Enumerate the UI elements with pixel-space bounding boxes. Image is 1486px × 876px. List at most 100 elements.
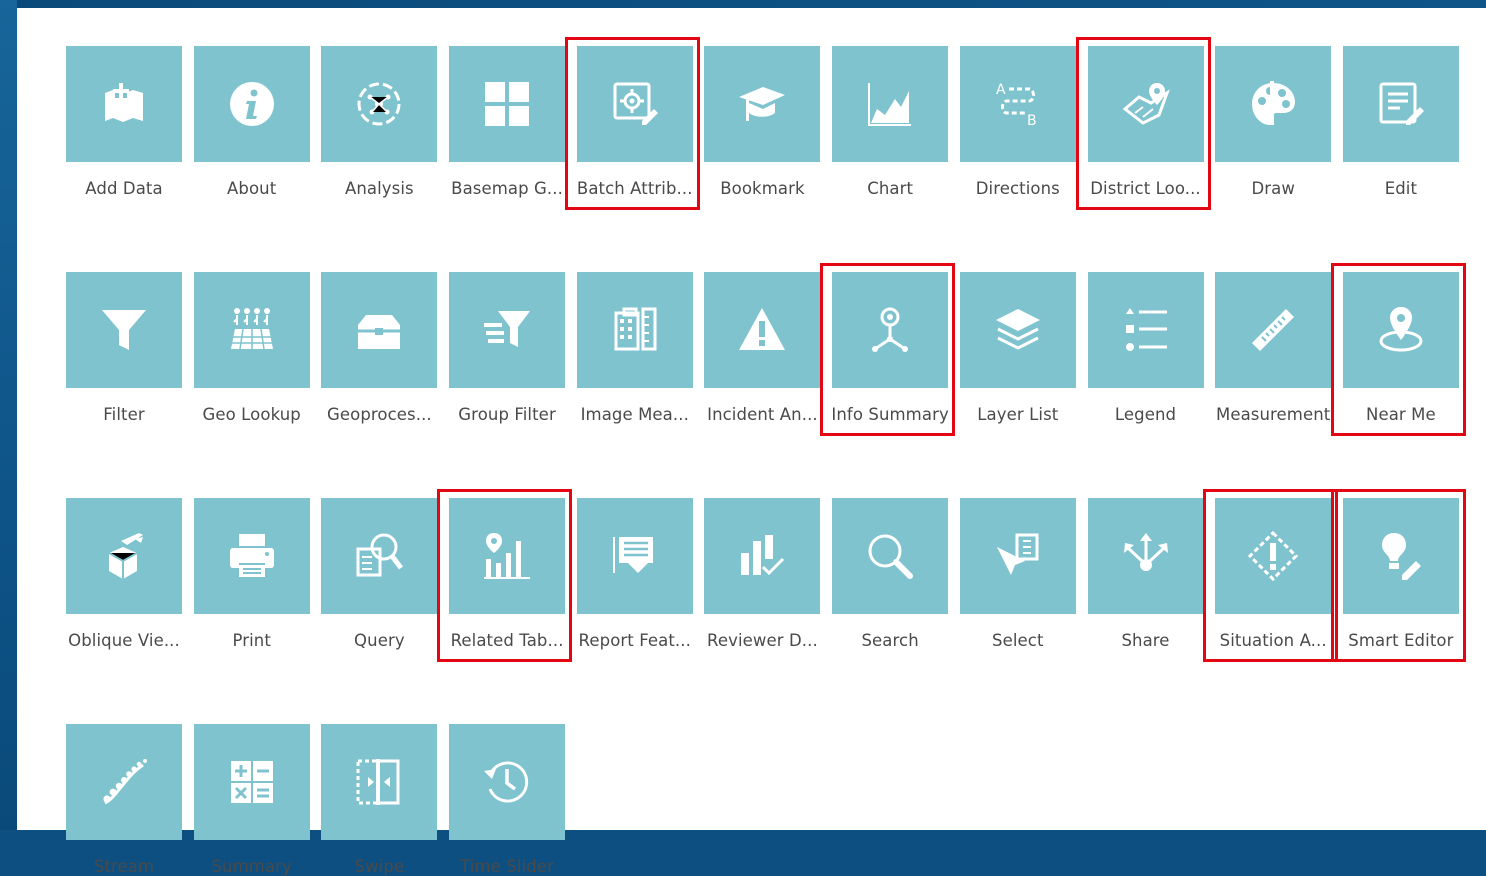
widget-tile[interactable] [449,272,566,388]
widget-label: Draw [1251,179,1295,198]
search-icon [865,531,915,581]
widget-tile[interactable] [449,46,566,162]
widget-tile[interactable] [193,272,310,388]
widget-share[interactable]: Share [1087,498,1204,650]
widget-time-slider[interactable]: Time Slider [449,724,566,876]
widget-geoproces[interactable]: Geoproces... [321,272,438,424]
widget-image-mea[interactable]: Image Mea... [576,272,693,424]
widget-tile[interactable] [1342,46,1459,162]
widget-label: Smart Editor [1348,631,1454,650]
widget-tile[interactable] [66,724,182,840]
widget-label: Share [1121,631,1170,650]
widget-add-data[interactable]: Add Data [66,46,182,198]
widget-tile[interactable] [321,272,438,388]
widget-related-tab[interactable]: Related Tab... [437,489,573,662]
widget-district-loo[interactable]: District Loo... [1075,37,1211,210]
widget-summary[interactable]: Summary [193,724,310,876]
widget-tile[interactable] [193,724,310,840]
widget-tile[interactable] [193,46,310,162]
widget-basemap-g[interactable]: Basemap G... [449,46,566,198]
widget-group-filter[interactable]: Group Filter [449,272,566,424]
widget-batch-attrib[interactable]: Batch Attrib... [564,37,700,210]
widget-tile[interactable] [193,498,310,614]
district-lookup-icon [1121,79,1171,129]
widget-panel: Add Data About Analysis Basemap G... Batch A… [17,8,1486,876]
widget-label: Reviewer D... [707,631,818,650]
near-me-icon [1376,305,1426,355]
widget-tile[interactable] [1215,46,1332,162]
widget-tile[interactable] [959,498,1076,614]
widget-label: Batch Attrib... [576,179,693,198]
widget-tile[interactable] [832,498,949,614]
widget-incident-an[interactable]: Incident An... [704,272,821,424]
widget-label: Geoproces... [326,405,432,424]
widget-oblique-vie[interactable]: Oblique Vie... [66,498,182,650]
widget-tile[interactable] [832,46,949,162]
widget-tile[interactable] [449,498,566,614]
widget-reviewer-d[interactable]: Reviewer D... [704,498,821,650]
widget-label: Select [992,631,1044,650]
widget-geo-lookup[interactable]: Geo Lookup [193,272,310,424]
widget-measurement[interactable]: Measurement [1215,272,1332,424]
widget-tile[interactable]: AB [959,46,1076,162]
widget-layer-list[interactable]: Layer List [959,272,1076,424]
clock-icon [482,757,532,807]
widget-info-summary[interactable]: Info Summary [820,263,956,436]
window-frame-top [0,0,1486,8]
widget-analysis[interactable]: Analysis [321,46,438,198]
widget-near-me[interactable]: Near Me [1330,263,1466,436]
bookmark-icon [737,79,787,129]
widget-tile[interactable] [321,724,438,840]
widget-tile[interactable] [576,46,693,162]
widget-tile[interactable] [704,46,821,162]
layer-list-icon [993,305,1043,355]
widget-tile[interactable] [832,272,949,388]
widget-select[interactable]: Select [959,498,1076,650]
widget-label: Edit [1384,179,1418,198]
widget-tile[interactable] [1215,272,1332,388]
widget-tile[interactable] [1215,498,1332,614]
widget-stream[interactable]: Stream [66,724,182,876]
widget-tile[interactable] [449,724,566,840]
widget-label: Image Mea... [580,405,689,424]
widget-draw[interactable]: Draw [1215,46,1332,198]
printer-icon [227,531,277,581]
widget-tile[interactable] [321,46,438,162]
image-measurement-icon [610,305,660,355]
widget-tile[interactable] [704,272,821,388]
widget-tile[interactable] [576,498,693,614]
widget-label: Info Summary [831,405,949,424]
widget-tile[interactable] [1087,272,1204,388]
widget-report-feat[interactable]: Report Feat... [576,498,693,650]
widget-label: Situation A... [1219,631,1327,650]
widget-tile[interactable] [321,498,438,614]
widget-situation-a[interactable]: Situation A... [1203,489,1339,662]
widget-print[interactable]: Print [193,498,310,650]
widget-tile[interactable] [66,46,182,162]
widget-label: Report Feat... [578,631,691,650]
widget-tile[interactable] [959,272,1076,388]
filter-icon [99,305,149,355]
widget-tile[interactable] [1087,498,1204,614]
widget-tile[interactable] [704,498,821,614]
widget-tile[interactable] [66,498,182,614]
widget-directions[interactable]: A B Directions [959,46,1076,198]
widget-query[interactable]: Query [321,498,438,650]
widget-tile[interactable] [576,272,693,388]
widget-smart-editor[interactable]: Smart Editor [1330,489,1466,662]
widget-about[interactable]: About [193,46,310,198]
widget-search[interactable]: Search [832,498,949,650]
widget-swipe[interactable]: Swipe [321,724,438,876]
widget-tile[interactable] [66,272,182,388]
widget-chart[interactable]: Chart [832,46,949,198]
widget-tile[interactable] [1087,46,1204,162]
widget-edit[interactable]: Edit [1342,46,1459,198]
widget-tile[interactable] [1342,498,1459,614]
widget-label: Add Data [85,179,163,198]
widget-tile[interactable] [1342,272,1459,388]
widget-filter[interactable]: Filter [66,272,182,424]
directions-icon: AB [993,79,1043,129]
widget-legend[interactable]: Legend [1087,272,1204,424]
widget-label: Bookmark [720,179,805,198]
widget-bookmark[interactable]: Bookmark [704,46,821,198]
